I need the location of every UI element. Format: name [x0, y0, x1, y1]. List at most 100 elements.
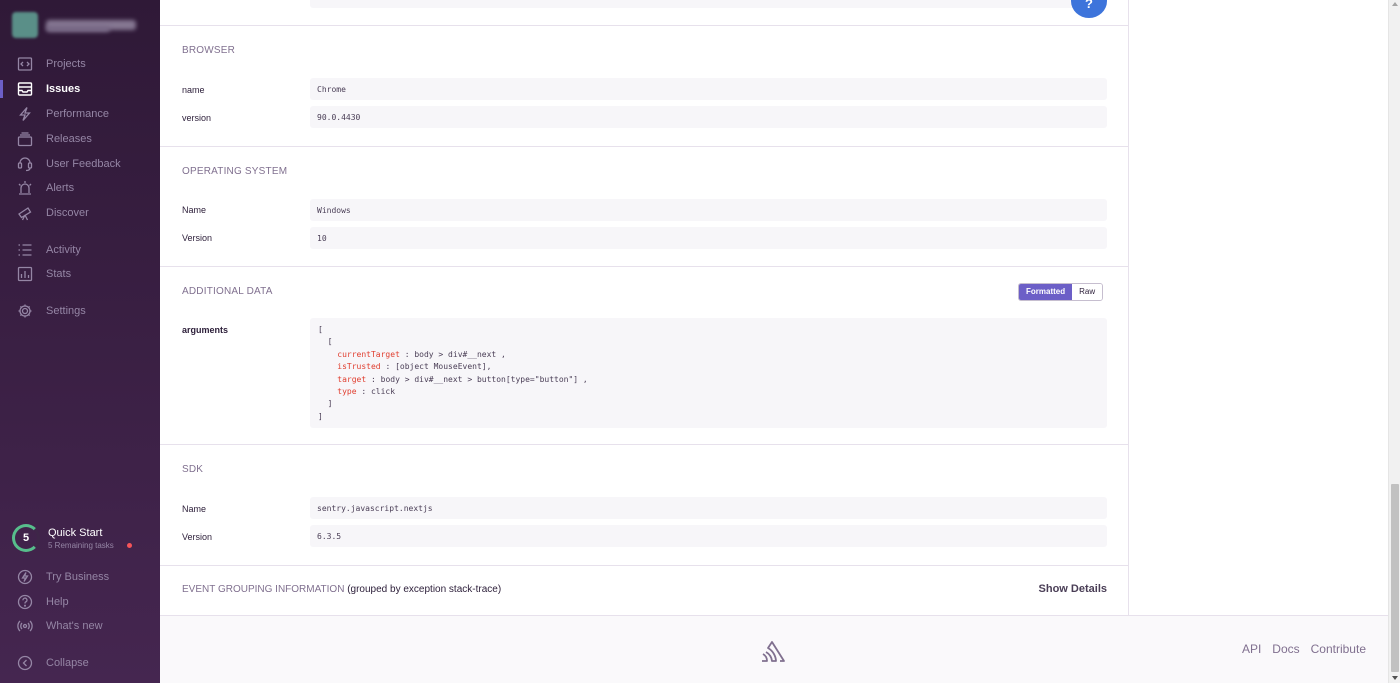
quick-start-progress-ring: 5: [12, 524, 40, 552]
releases-icon: [17, 132, 33, 147]
raw-toggle-button[interactable]: Raw: [1072, 284, 1103, 300]
code-value: : body > div#__next ,: [399, 349, 506, 359]
sidebar-item-alerts[interactable]: Alerts: [0, 177, 160, 199]
quick-start[interactable]: 5 Quick Start 5 Remaining tasks: [12, 524, 152, 554]
kv-key: arguments: [182, 325, 229, 335]
lightning-icon: [19, 107, 31, 121]
sentry-logo-icon: [762, 641, 785, 662]
kv-value: sentry.javascript.nextjs: [310, 497, 1107, 519]
sidebar-item-label: What's new: [46, 620, 103, 632]
sidebar-item-issues[interactable]: Issues: [0, 78, 160, 100]
kv-value: Windows: [310, 199, 1107, 221]
grouping-section: EVENT GROUPING INFORMATION (grouped by e…: [160, 565, 1129, 615]
feedback-icon: [17, 157, 33, 172]
grouping-note: (grouped by exception stack-trace): [347, 584, 502, 595]
code-value: : [object MouseEvent],: [380, 362, 492, 372]
sidebar-item-discover[interactable]: Discover: [0, 202, 160, 224]
help-button[interactable]: ?: [1071, 0, 1107, 18]
code-line: [: [318, 337, 333, 347]
scrollbar[interactable]: [1388, 0, 1400, 683]
sidebar-item-collapse[interactable]: Collapse: [0, 652, 160, 674]
code-key: type: [337, 387, 357, 397]
sdk-section: SDK Name sentry.javascript.nextjs Versio…: [160, 444, 1129, 565]
question-icon: [17, 594, 33, 610]
formatted-toggle-button[interactable]: Formatted: [1019, 284, 1073, 300]
code-line: ]: [318, 399, 333, 409]
issues-icon: [17, 82, 33, 96]
sidebar-item-settings[interactable]: Settings: [0, 300, 160, 322]
event-details: ? BROWSER name Chrome version 90.0.4430 …: [160, 0, 1129, 615]
sidebar-item-try-business[interactable]: Try Business: [0, 566, 160, 588]
projects-icon: [17, 57, 33, 71]
sidebar-item-releases[interactable]: Releases: [0, 128, 160, 150]
kv-value: 6.3.5: [310, 525, 1107, 547]
sidebar-item-label: Collapse: [46, 657, 89, 669]
section-title: OPERATING SYSTEM: [182, 166, 288, 177]
org-switcher[interactable]: [12, 12, 136, 38]
sidebar-item-label: Projects: [46, 58, 86, 70]
broadcast-icon: [17, 620, 33, 632]
quick-start-title: Quick Start: [48, 527, 103, 539]
scroll-down-arrow-icon[interactable]: [1392, 676, 1398, 680]
footer-link-contribute[interactable]: Contribute: [1311, 642, 1366, 656]
sidebar-item-user-feedback[interactable]: User Feedback: [0, 153, 160, 175]
grouping-title: EVENT GROUPING INFORMATION (grouped by e…: [182, 584, 501, 595]
sidebar-item-help[interactable]: Help: [0, 591, 160, 613]
section-title: BROWSER: [182, 45, 236, 56]
sidebar-item-performance[interactable]: Performance: [0, 103, 160, 125]
grouping-heading: EVENT GROUPING INFORMATION: [182, 584, 345, 595]
sidebar-item-whats-new[interactable]: What's new: [0, 615, 160, 637]
kv-key: Name: [182, 504, 207, 514]
kv-key: Version: [182, 532, 213, 542]
scroll-up-arrow-icon[interactable]: [1392, 2, 1398, 6]
kv-key: Name: [182, 205, 207, 215]
org-avatar: [12, 12, 38, 38]
kv-key: Version: [182, 233, 213, 243]
format-toggle: Formatted Raw: [1018, 283, 1104, 301]
siren-icon: [18, 181, 32, 195]
kv-key: name: [182, 85, 205, 95]
code-value: : body > div#__next > button[type="butto…: [366, 374, 588, 384]
code-key: isTrusted: [337, 362, 381, 372]
telescope-icon: [18, 207, 32, 221]
section-title: SDK: [182, 464, 204, 475]
footer-link-docs[interactable]: Docs: [1272, 642, 1299, 656]
sidebar-item-label: User Feedback: [46, 158, 121, 170]
scroll-thumb[interactable]: [1391, 484, 1399, 672]
kv-value: Chrome: [310, 78, 1107, 100]
sidebar-item-label: Releases: [46, 133, 92, 145]
footer: API Docs Contribute: [160, 615, 1388, 683]
sidebar-item-activity[interactable]: Activity: [0, 239, 160, 261]
previous-section-value: [310, 0, 1107, 8]
sidebar-item-label: Try Business: [46, 571, 110, 583]
sidebar-item-label: Settings: [46, 305, 86, 317]
sidebar: Projects Issues Performance Releases Use…: [0, 0, 160, 683]
sidebar-item-label: Stats: [46, 268, 72, 280]
os-section: OPERATING SYSTEM Name Windows Version 10: [160, 146, 1129, 266]
additional-data-section: ADDITIONAL DATA Formatted Raw arguments …: [160, 266, 1129, 444]
section-title: ADDITIONAL DATA: [182, 286, 273, 297]
code-key: currentTarget: [337, 349, 400, 359]
footer-link-api[interactable]: API: [1242, 642, 1261, 656]
notification-dot: [127, 543, 132, 548]
code-key: target: [337, 374, 367, 384]
bar-chart-icon: [17, 266, 33, 282]
quick-start-subtitle: 5 Remaining tasks: [48, 541, 114, 550]
sidebar-item-projects[interactable]: Projects: [0, 53, 160, 75]
sidebar-item-label: Issues: [46, 83, 81, 95]
kv-value: 10: [310, 227, 1107, 249]
show-details-button[interactable]: Show Details: [1039, 583, 1107, 595]
kv-value: 90.0.4430: [310, 106, 1107, 128]
footer-links: API Docs Contribute: [1242, 642, 1366, 656]
business-icon: [17, 569, 33, 585]
sidebar-item-stats[interactable]: Stats: [0, 263, 160, 285]
gear-icon: [18, 304, 32, 318]
code-value: : click: [356, 387, 396, 397]
sidebar-item-label: Performance: [46, 108, 109, 120]
list-icon: [18, 244, 32, 256]
sidebar-item-label: Alerts: [46, 182, 75, 194]
sidebar-item-label: Activity: [46, 244, 81, 256]
kv-key: version: [182, 113, 212, 123]
collapse-icon: [17, 655, 33, 671]
browser-section: BROWSER name Chrome version 90.0.4430: [160, 25, 1129, 146]
